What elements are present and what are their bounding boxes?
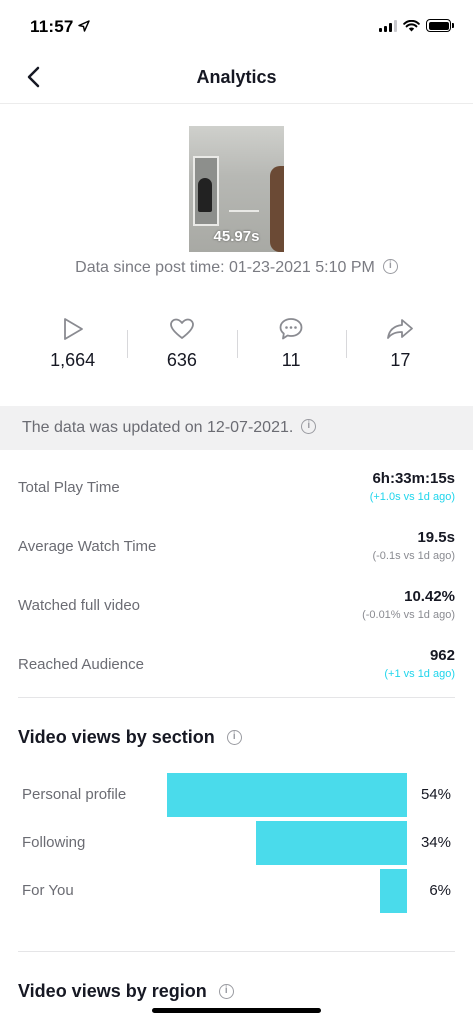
likes-count: 636 [166,350,197,370]
section-bar-label: For You [22,882,74,899]
section-bar [167,773,407,817]
nav-header: Analytics [0,54,473,104]
metric-reached-audience: Reached Audience 962 (+1 vs 1d ago) [18,635,455,694]
metric-delta: (-0.1s vs 1d ago) [372,550,455,562]
divider [18,951,455,952]
info-icon[interactable]: i [382,259,398,275]
metric-label: Total Play Time [18,479,120,496]
stat-plays: 1,664 [18,314,127,384]
status-bar: 11:57 [0,0,473,54]
data-since-row: Data since post time: 01-23-2021 5:10 PM… [0,259,473,277]
home-indicator [152,1008,321,1013]
views-by-section-chart: Personal profile 54% Following 34% For You 6% [18,772,455,916]
info-icon[interactable]: i [218,983,234,999]
section-title-views-by-region: Video views by region i [18,981,234,1002]
metric-label: Watched full video [18,597,141,614]
section-title-text: Video views by region [18,981,207,1001]
cellular-signal-icon [379,19,397,32]
data-since-text: Data since post time: 01-23-2021 5:10 PM [75,259,375,276]
section-bar-percent: 6% [429,882,451,899]
comments-count: 11 [281,350,301,370]
section-bar-row: Personal profile 54% [18,772,455,820]
metric-watched-full-video: Watched full video 10.42% (-0.01% vs 1d … [18,576,455,635]
engagement-stats: 1,664 636 11 17 [18,314,455,384]
stat-likes: 636 [127,314,236,384]
section-bar-label: Personal profile [22,786,127,803]
location-arrow-icon [78,20,90,32]
metrics-list: Total Play Time 6h:33m:15s (+1.0s vs 1d … [18,458,455,694]
comment-icon [279,318,303,340]
section-bar-percent: 34% [420,834,451,851]
plays-count: 1,664 [50,350,96,370]
battery-icon [426,19,454,32]
section-bar [380,869,407,913]
section-bar-row: For You 6% [18,868,455,916]
page-title: Analytics [196,67,277,87]
updated-notice: The data was updated on 12-07-2021. i [0,406,473,450]
metric-label: Reached Audience [18,656,144,673]
stat-shares: 17 [345,314,455,384]
section-title-views-by-section: Video views by section i [18,727,242,748]
metric-average-watch-time: Average Watch Time 19.5s (-0.1s vs 1d ag… [18,517,455,576]
wifi-icon [403,19,420,31]
divider [18,697,455,698]
metric-total-play-time: Total Play Time 6h:33m:15s (+1.0s vs 1d … [18,458,455,517]
section-bar [256,821,407,865]
shares-count: 17 [390,350,411,370]
metric-delta: (-0.01% vs 1d ago) [362,609,455,621]
share-icon [387,319,414,339]
heart-icon [169,318,194,339]
metric-delta: (+1 vs 1d ago) [384,668,455,680]
status-time: 11:57 [30,17,74,36]
section-title-text: Video views by section [18,727,215,747]
section-bar-percent: 54% [420,786,451,803]
video-duration: 45.97s [213,228,260,245]
video-thumbnail[interactable]: 45.97s [189,126,284,252]
metric-delta: (+1.0s vs 1d ago) [369,491,455,503]
metric-value: 19.5s [417,529,455,546]
metric-label: Average Watch Time [18,538,157,555]
info-icon[interactable]: i [226,729,242,745]
info-icon[interactable]: i [301,419,317,435]
play-icon [63,318,83,340]
status-icons [379,19,454,32]
metric-value: 10.42% [404,588,455,605]
metric-value: 6h:33m:15s [372,470,455,487]
stat-comments: 11 [236,314,346,384]
metric-value: 962 [429,647,455,664]
section-bar-label: Following [22,834,86,851]
section-bar-row: Following 34% [18,820,455,868]
updated-notice-text: The data was updated on 12-07-2021. [22,419,294,436]
